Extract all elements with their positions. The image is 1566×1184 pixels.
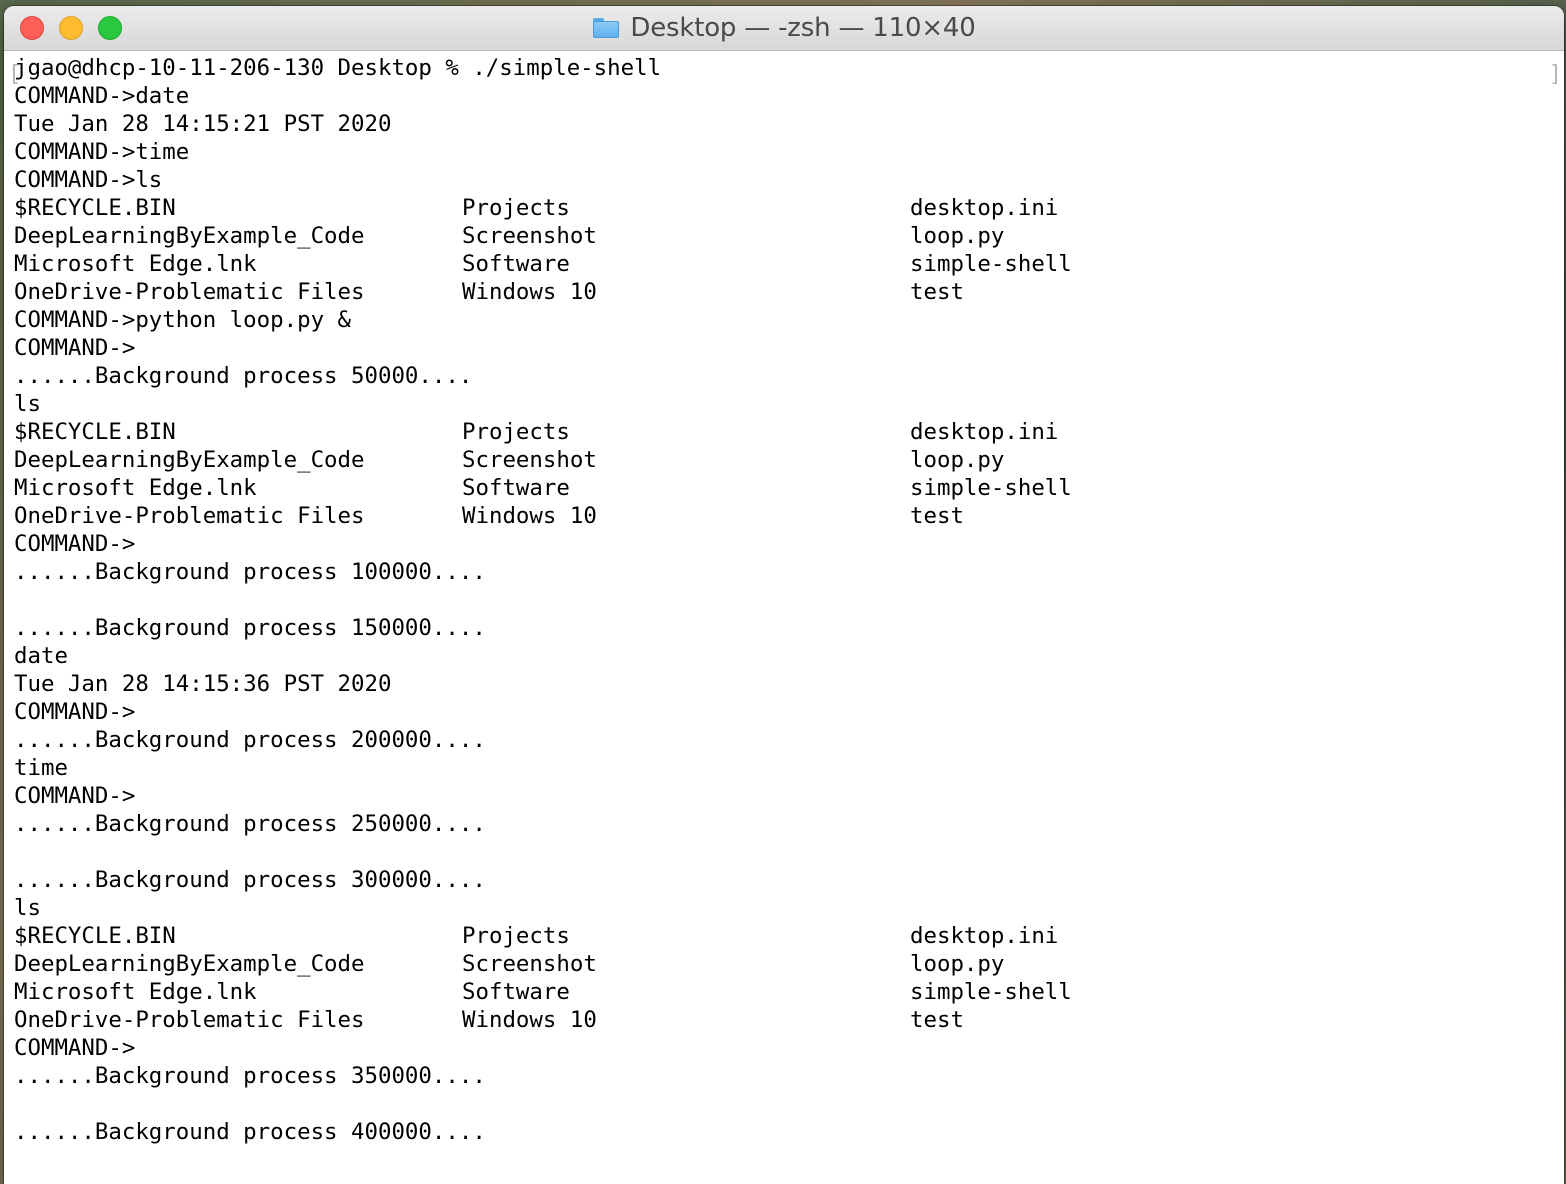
ls-output-row: DeepLearningByExample_Code Screenshot loop… (14, 446, 1554, 474)
ls-entry: $RECYCLE.BIN (14, 195, 176, 221)
ls-entry: Windows 10 (462, 503, 597, 529)
ls-entry: DeepLearningByExample_Code (14, 951, 365, 977)
terminal-line: ......Background process 300000.... (14, 867, 486, 893)
terminal-window: Desktop — -zsh — 110×40 [ ] jgao@dhcp-10… (4, 6, 1564, 1184)
ls-entry: loop.py (910, 223, 1005, 249)
terminal-line: ......Background process 150000.... (14, 615, 486, 641)
ls-entry: desktop.ini (910, 923, 1059, 949)
terminal-line: ......Background process 50000.... (14, 363, 473, 389)
terminal-line: jgao@dhcp-10-11-206-130 Desktop % ./simp… (14, 55, 662, 81)
ls-entry: Software (462, 251, 570, 277)
ls-entry: simple-shell (910, 979, 1072, 1005)
terminal-line: ......Background process 400000.... (14, 1119, 486, 1145)
ls-entry: OneDrive-Problematic Files (14, 279, 365, 305)
terminal-line: COMMAND-> (14, 335, 136, 361)
ls-entry: test (910, 1007, 964, 1033)
terminal-line: Tue Jan 28 14:15:21 PST 2020 (14, 111, 392, 137)
terminal-line: date (14, 643, 68, 669)
terminal-line: COMMAND-> (14, 699, 136, 725)
ls-entry: test (910, 279, 964, 305)
ls-entry: Microsoft Edge.lnk (14, 979, 257, 1005)
ls-entry: Screenshot (462, 223, 597, 249)
ls-entry: $RECYCLE.BIN (14, 923, 176, 949)
terminal-line: time (14, 755, 68, 781)
ls-entry: Projects (462, 923, 570, 949)
ls-entry: Projects (462, 195, 570, 221)
ls-entry: Microsoft Edge.lnk (14, 475, 257, 501)
terminal-line: COMMAND-> (14, 1035, 136, 1061)
terminal-line: COMMAND->python loop.py & (14, 307, 352, 333)
terminal-line: ......Background process 350000.... (14, 1063, 486, 1089)
ls-entry: test (910, 503, 964, 529)
ls-entry: Windows 10 (462, 1007, 597, 1033)
ls-entry: DeepLearningByExample_Code (14, 223, 365, 249)
terminal-line: Tue Jan 28 14:15:36 PST 2020 (14, 671, 392, 697)
ls-entry: DeepLearningByExample_Code (14, 447, 365, 473)
title-bar[interactable]: Desktop — -zsh — 110×40 (4, 6, 1564, 51)
ls-entry: loop.py (910, 447, 1005, 473)
ls-entry: Software (462, 475, 570, 501)
ls-entry: Software (462, 979, 570, 1005)
terminal-line: COMMAND-> (14, 531, 136, 557)
ls-output-row: OneDrive-Problematic Files Windows 10 test (14, 1006, 1554, 1034)
ls-output-row: DeepLearningByExample_Code Screenshot loop… (14, 222, 1554, 250)
window-title: Desktop — -zsh — 110×40 (630, 13, 976, 43)
ls-entry: loop.py (910, 951, 1005, 977)
terminal-line: COMMAND->date (14, 83, 190, 109)
ls-output-row: $RECYCLE.BIN Projects desktop.ini (14, 418, 1554, 446)
ls-entry: Screenshot (462, 447, 597, 473)
ls-entry: Projects (462, 419, 570, 445)
terminal-line: ......Background process 100000.... (14, 559, 486, 585)
ls-entry: OneDrive-Problematic Files (14, 503, 365, 529)
terminal-output[interactable]: jgao@dhcp-10-11-206-130 Desktop % ./simp… (14, 54, 1554, 1184)
terminal-line: ......Background process 250000.... (14, 811, 486, 837)
ls-output-row: OneDrive-Problematic Files Windows 10 test (14, 502, 1554, 530)
ls-output-row: OneDrive-Problematic Files Windows 10 test (14, 278, 1554, 306)
ls-entry: OneDrive-Problematic Files (14, 1007, 365, 1033)
window-title-group: Desktop — -zsh — 110×40 (4, 6, 1564, 50)
ls-entry: simple-shell (910, 475, 1072, 501)
ls-entry: $RECYCLE.BIN (14, 419, 176, 445)
terminal-line: ......Background process 200000.... (14, 727, 486, 753)
ls-entry: simple-shell (910, 251, 1072, 277)
terminal-line: COMMAND-> (14, 783, 136, 809)
folder-icon (592, 17, 620, 39)
terminal-line: COMMAND->time (14, 139, 190, 165)
ls-entry: Screenshot (462, 951, 597, 977)
ls-output-row: Microsoft Edge.lnk Software simple-shell (14, 978, 1554, 1006)
ls-entry: desktop.ini (910, 195, 1059, 221)
terminal-line: ls (14, 391, 41, 417)
ls-output-row: $RECYCLE.BIN Projects desktop.ini (14, 922, 1554, 950)
ls-output-row: $RECYCLE.BIN Projects desktop.ini (14, 194, 1554, 222)
ls-entry: Microsoft Edge.lnk (14, 251, 257, 277)
ls-output-row: Microsoft Edge.lnk Software simple-shell (14, 474, 1554, 502)
ls-output-row: DeepLearningByExample_Code Screenshot loop… (14, 950, 1554, 978)
terminal-line: COMMAND->ls (14, 167, 163, 193)
terminal-line: ls (14, 895, 41, 921)
ls-entry: desktop.ini (910, 419, 1059, 445)
ls-output-row: Microsoft Edge.lnk Software simple-shell (14, 250, 1554, 278)
ls-entry: Windows 10 (462, 279, 597, 305)
